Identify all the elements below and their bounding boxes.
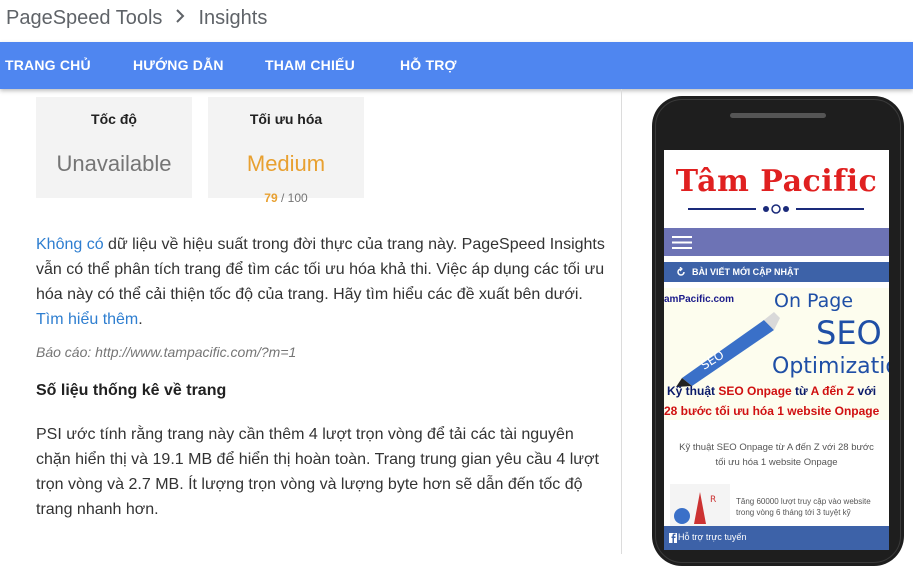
- logo-ornament: [688, 204, 864, 214]
- banner-optimization: Optimizatio: [772, 354, 889, 379]
- learn-more-link[interactable]: Tìm hiểu thêm: [36, 311, 138, 328]
- nav-item-guides[interactable]: HƯỚNG DẪN: [133, 57, 224, 73]
- intro-text: dữ liệu về hiệu suất trong đời thực của …: [36, 236, 605, 303]
- score-max: / 100: [281, 191, 308, 205]
- site-logo: Tâm Pacific: [675, 164, 878, 199]
- score-number: 79: [264, 191, 278, 205]
- pen-icon: SEO: [676, 312, 780, 387]
- banner-url: amPacific.com: [664, 294, 735, 305]
- mobile-preview: Tâm Pacific BÀI VIẾT MỚI CẬP NHẬT amPaci…: [652, 96, 904, 566]
- main-nav: TRANG CHỦ HƯỚNG DẪN THAM CHIẾU HỖ TRỢ: [0, 42, 913, 89]
- banner-headline-2: 28 bước tối ưu hóa 1 website Onpage: [664, 404, 880, 418]
- latest-posts-bar: BÀI VIẾT MỚI CẬP NHẬT: [664, 262, 889, 282]
- intro-end: .: [138, 311, 143, 328]
- breadcrumb-insights[interactable]: Insights: [198, 7, 267, 30]
- site-menu-bar: [664, 228, 889, 256]
- hamburger-icon[interactable]: [672, 236, 692, 249]
- latest-posts-label: BÀI VIẾT MỚI CẬP NHẬT: [692, 267, 800, 277]
- top-bar: PageSpeed Tools Insights: [0, 0, 913, 42]
- speed-title: Tốc độ: [91, 111, 137, 127]
- nav-item-reference[interactable]: THAM CHIẾU: [265, 57, 355, 73]
- svg-text:R: R: [710, 495, 716, 505]
- breadcrumb: PageSpeed Tools Insights: [6, 7, 267, 30]
- refresh-icon: [677, 267, 685, 276]
- no-data-link[interactable]: Không có: [36, 236, 104, 253]
- facebook-icon: [669, 533, 677, 543]
- optimization-score: 79 / 100: [208, 191, 364, 205]
- banner-seo: SEO: [816, 314, 882, 352]
- speed-card: Tốc độ Unavailable: [36, 97, 192, 198]
- column-divider: [621, 89, 622, 554]
- optimization-card: Tối ưu hóa Medium 79 / 100: [208, 97, 364, 205]
- report-url: Báo cáo: http://www.tampacific.com/?m=1: [36, 344, 297, 360]
- post-banner[interactable]: amPacific.com SEO On Page SEO Optimizati…: [664, 288, 889, 420]
- stats-paragraph: PSI ước tính rằng trang này cần thêm 4 l…: [36, 426, 599, 518]
- nav-item-home[interactable]: TRANG CHỦ: [5, 57, 91, 73]
- banner-headline-1: Kỹ thuật SEO Onpage từ A đến Z với: [667, 384, 877, 398]
- rocket-thumbnail: R: [670, 484, 730, 528]
- post-caption[interactable]: Kỹ thuật SEO Onpage từ A đến Z với 28 bư…: [674, 440, 879, 470]
- post-snippet[interactable]: Tăng 60000 lượt truy cập vào website tro…: [736, 496, 884, 518]
- breadcrumb-pagespeed-tools[interactable]: PageSpeed Tools: [6, 7, 162, 30]
- phone-screen: Tâm Pacific BÀI VIẾT MỚI CẬP NHẬT amPaci…: [664, 150, 889, 550]
- chat-label: Hỗ trợ trực tuyến: [678, 532, 747, 542]
- chevron-right-icon: [170, 7, 190, 30]
- phone-speaker: [730, 113, 826, 118]
- stats-heading: Số liệu thống kê về trang: [36, 382, 227, 399]
- speed-value: Unavailable: [56, 151, 172, 176]
- nav-item-support[interactable]: HỖ TRỢ: [400, 57, 457, 73]
- results-panel: Tốc độ Unavailable Tối ưu hóa Medium 79 …: [0, 89, 621, 554]
- optimization-title: Tối ưu hóa: [249, 111, 323, 127]
- chat-bar[interactable]: Hỗ trợ trực tuyến: [664, 526, 889, 550]
- optimization-value: Medium: [246, 151, 326, 176]
- banner-onpage: On Page: [774, 290, 854, 312]
- intro-paragraph: Không có dữ liệu về hiệu suất trong đời …: [36, 232, 612, 332]
